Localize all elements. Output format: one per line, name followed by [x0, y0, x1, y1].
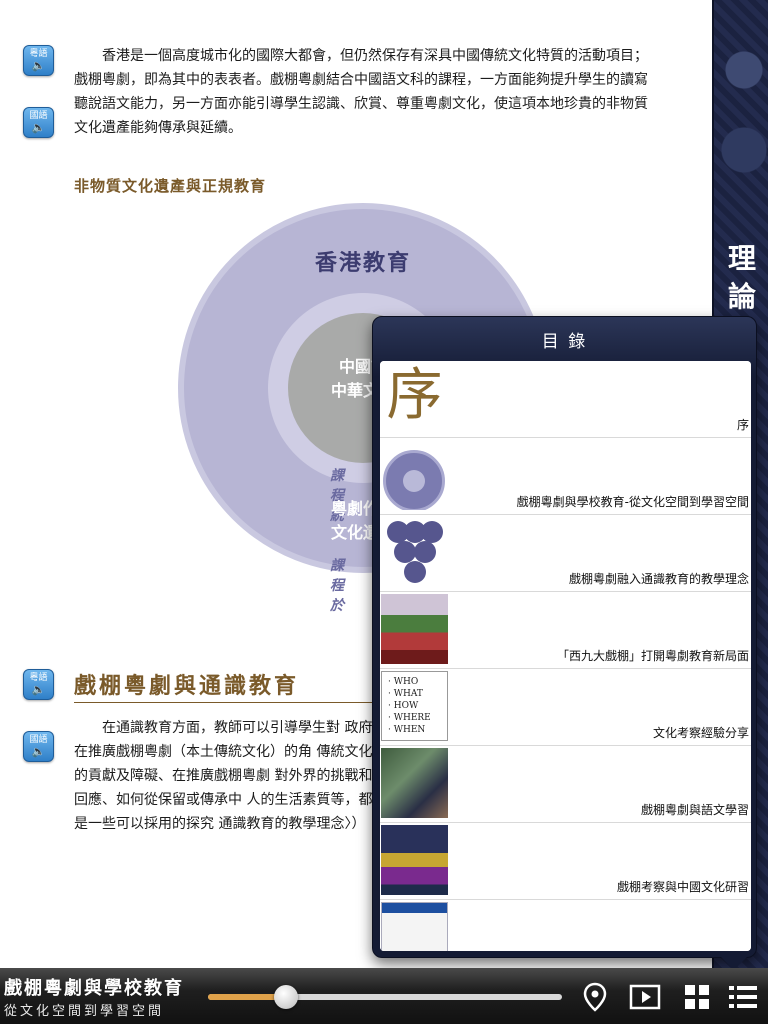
toc-item-school-education[interactable]: 戲棚粵劇與學校教育-從文化空間到學習空間 — [380, 438, 751, 515]
toc-title: 目 錄 — [541, 332, 588, 352]
toc-item-label: 戲棚粵劇與學校教育-從文化空間到學習空間 — [516, 495, 749, 509]
table-of-contents-popover: 目 錄 序 序 戲棚粵劇與學校教育-從文化空間到學習空間 戲棚粵劇融入通識教育的… — [372, 316, 757, 958]
toc-list[interactable]: 序 序 戲棚粵劇與學校教育-從文化空間到學習空間 戲棚粵劇融入通識教育的教學理念… — [380, 361, 751, 951]
list-menu-icon[interactable] — [726, 980, 760, 1014]
speaker-icon: 🔈 — [31, 121, 46, 134]
speaker-icon: 🔈 — [31, 59, 46, 72]
toc-item-label: 戲棚粵劇與語文學習 — [640, 803, 749, 817]
section-paragraph: 在通識教育方面，教師可以引導學生對 政府在推廣戲棚粵劇（本土傳統文化）的角 傳統… — [74, 720, 380, 832]
diagram-thumbnail — [381, 440, 448, 510]
section-divider — [74, 702, 374, 703]
toc-item-language-learning[interactable]: 戲棚粵劇與語文學習 — [380, 746, 751, 823]
section-heading: 戲棚粵劇與通識教育 — [74, 673, 300, 699]
chapter-title-char: 理 — [727, 242, 756, 275]
book-title: 戲棚粵劇與學校教育 — [4, 978, 184, 999]
diagram-arc-label: 課程於 — [330, 558, 344, 614]
theatre-photo-thumbnail — [381, 594, 448, 664]
chapter-title-char: 論 — [727, 280, 756, 313]
sub-heading: 非物質文化遺產與正規教育 — [74, 177, 267, 195]
mini-diagram-circle — [383, 450, 445, 510]
cantonese-audio-button[interactable]: 粵語 🔈 — [23, 669, 54, 700]
checklist-line: · WHAT — [388, 689, 423, 699]
checklist-line: · WHERE — [388, 713, 431, 723]
preface-thumbnail: 序 — [386, 363, 443, 428]
toc-item-label: 「西九大戲棚」打開粵劇教育新局面 — [556, 649, 749, 663]
toc-item-next[interactable] — [380, 900, 751, 951]
students-photo-thumbnail — [381, 748, 448, 818]
toc-item-label: 戲棚考察與中國文化研習 — [616, 880, 749, 894]
page-slider[interactable] — [208, 994, 562, 1000]
speaker-icon: 🔈 — [31, 745, 46, 758]
toc-item-preface[interactable]: 序 序 — [380, 361, 751, 438]
diagram-title: 香港教育 — [314, 250, 411, 276]
toc-item-field-trip[interactable]: · WHO · WHAT · HOW · WHERE · WHEN 文化考察經驗… — [380, 669, 751, 746]
bubble-diagram-thumbnail — [381, 517, 448, 587]
toc-item-label: 序 — [736, 418, 749, 432]
mandarin-audio-button[interactable]: 國語 🔈 — [23, 107, 54, 138]
thumbnail-header-bar — [382, 903, 447, 913]
toc-item-west-kowloon[interactable]: 「西九大戲棚」打開粵劇教育新局面 — [380, 592, 751, 669]
page-slider-thumb[interactable] — [273, 985, 298, 1009]
book-subtitle: 從文化空間到學習空間 — [4, 1004, 165, 1019]
webpage-thumbnail — [381, 902, 448, 951]
grid-view-icon[interactable] — [680, 980, 714, 1014]
toc-item-label: 戲棚粵劇融入通識教育的教學理念 — [568, 572, 749, 586]
checklist-line: · WHO — [388, 677, 419, 687]
toc-item-label: 文化考察經驗分享 — [652, 726, 749, 740]
mandarin-audio-button[interactable]: 國語 🔈 — [23, 731, 54, 762]
mini-bubble — [414, 541, 436, 563]
chapter-title-vertical: 理 論 — [720, 240, 764, 316]
checklist-line: · WHEN — [388, 725, 426, 735]
location-pin-icon[interactable] — [578, 980, 612, 1014]
intro-paragraph: 香港是一個高度城市化的國際大都會，但仍然保存有深具中國傳統文化特質的活動項目；戲… — [74, 48, 648, 136]
toc-item-liberal-studies[interactable]: 戲棚粵劇融入通識教育的教學理念 — [380, 515, 751, 592]
mini-bubble — [421, 521, 443, 543]
speaker-icon: 🔈 — [31, 683, 46, 696]
toc-item-chinese-culture[interactable]: 戲棚考察與中國文化研習 — [380, 823, 751, 900]
cantonese-audio-button[interactable]: 粵語 🔈 — [23, 45, 54, 76]
lion-dance-photo-thumbnail — [381, 825, 448, 895]
mini-bubble — [404, 561, 426, 583]
mini-bubble — [394, 541, 416, 563]
checklist-line: · HOW — [388, 701, 419, 711]
checklist-thumbnail: · WHO · WHAT · HOW · WHERE · WHEN — [381, 671, 448, 741]
play-video-icon[interactable] — [628, 980, 662, 1014]
